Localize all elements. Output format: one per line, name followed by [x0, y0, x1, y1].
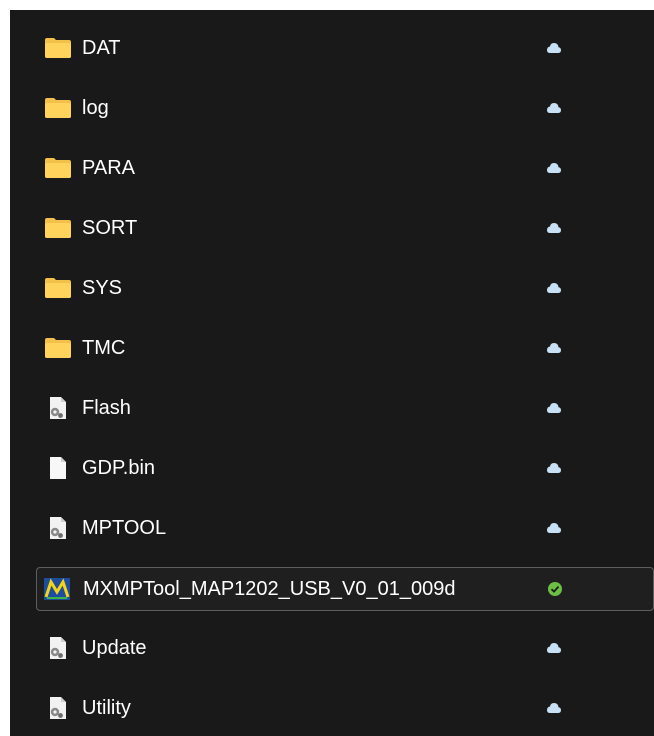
file-name: MXMPTool_MAP1202_USB_V0_01_009d [83, 578, 456, 600]
file-name: GDP.bin [82, 457, 156, 479]
app-icon [43, 577, 71, 601]
config-file-icon [44, 516, 72, 540]
file-row-flash[interactable]: Flash [38, 389, 654, 427]
file-name: Utility [82, 697, 131, 719]
cloud-icon [546, 220, 562, 236]
folder-icon [44, 216, 72, 240]
config-file-icon [44, 636, 72, 660]
file-row-mptool[interactable]: MPTOOL [38, 509, 654, 547]
cloud-icon [546, 520, 562, 536]
file-row-gdp-bin[interactable]: GDP.bin [38, 449, 654, 487]
cloud-icon [546, 340, 562, 356]
cloud-icon [546, 280, 562, 296]
file-name: SYS [82, 277, 123, 299]
config-file-icon [44, 696, 72, 720]
file-name: MPTOOL [82, 517, 167, 539]
file-row-para[interactable]: PARA [38, 149, 654, 187]
blank-file-icon [44, 456, 72, 480]
cloud-icon [546, 460, 562, 476]
file-row-dat[interactable]: DAT [38, 29, 654, 67]
file-name: log [82, 97, 109, 119]
config-file-icon [44, 396, 72, 420]
cloud-icon [546, 400, 562, 416]
folder-icon [44, 276, 72, 300]
file-name: PARA [82, 157, 135, 179]
file-row-update[interactable]: Update [38, 629, 654, 667]
folder-icon [44, 36, 72, 60]
cloud-icon [546, 160, 562, 176]
folder-icon [44, 336, 72, 360]
file-name: Update [82, 637, 147, 659]
file-name: TMC [82, 337, 126, 359]
file-name: Flash [82, 397, 131, 419]
file-explorer-list: DAT log PARA SORT SYS TMC Flash GDP.bin … [10, 10, 654, 736]
available-check-icon [547, 581, 563, 597]
file-row-mxmptool[interactable]: MXMPTool_MAP1202_USB_V0_01_009d [36, 567, 654, 611]
file-row-log[interactable]: log [38, 89, 654, 127]
file-name: DAT [82, 37, 121, 59]
folder-icon [44, 156, 72, 180]
cloud-icon [546, 100, 562, 116]
cloud-icon [546, 640, 562, 656]
file-row-sort[interactable]: SORT [38, 209, 654, 247]
file-row-sys[interactable]: SYS [38, 269, 654, 307]
folder-icon [44, 96, 72, 120]
cloud-icon [546, 700, 562, 716]
file-row-utility[interactable]: Utility [38, 689, 654, 727]
cloud-icon [546, 40, 562, 56]
file-row-tmc[interactable]: TMC [38, 329, 654, 367]
file-name: SORT [82, 217, 138, 239]
